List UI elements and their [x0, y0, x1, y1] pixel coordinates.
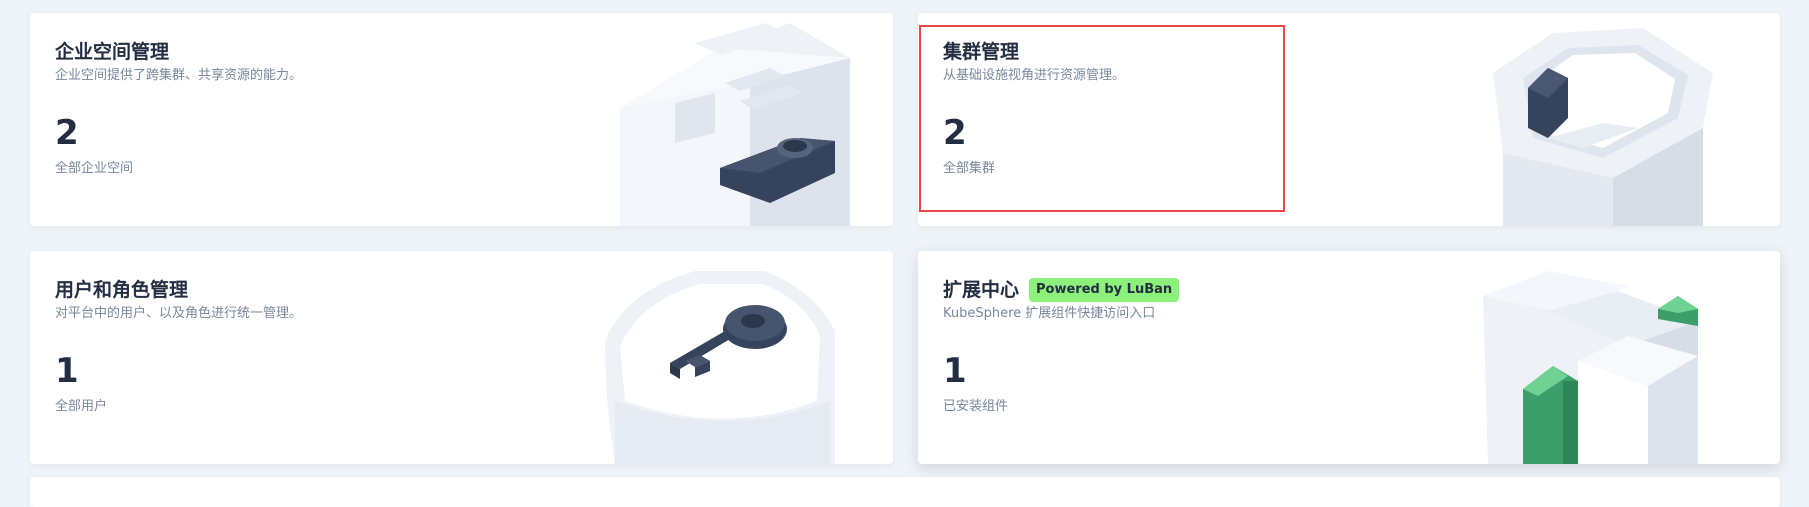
powered-by-badge: Powered by LuBan	[1029, 278, 1180, 302]
extensions-count-label: 已安装组件	[943, 399, 1009, 414]
workspace-count: 2	[55, 113, 79, 153]
cluster-management-card[interactable]: 集群管理 从基础设施视角进行资源管理。 2 全部集群	[918, 13, 1780, 226]
key-illustration-icon	[605, 271, 835, 464]
extension-center-card[interactable]: 扩展中心 Powered by LuBan KubeSphere 扩展组件快捷访…	[918, 251, 1780, 464]
cluster-count-label: 全部集群	[943, 161, 996, 176]
cluster-illustration-icon	[1493, 28, 1713, 226]
workspace-count-label: 全部企业空间	[55, 161, 134, 176]
cluster-count: 2	[943, 113, 967, 153]
cluster-card-description: 从基础设施视角进行资源管理。	[943, 68, 1126, 83]
extensions-card-description: KubeSphere 扩展组件快捷访问入口	[943, 306, 1156, 321]
user-role-management-card[interactable]: 用户和角色管理 对平台中的用户、以及角色进行统一管理。 1 全部用户	[30, 251, 893, 464]
cluster-card-title: 集群管理	[943, 41, 1020, 63]
workspace-card-title: 企业空间管理	[55, 41, 170, 63]
workspace-illustration-icon	[620, 23, 850, 226]
workspace-management-card[interactable]: 企业空间管理 企业空间提供了跨集群、共享资源的能力。 2 全部企业空间	[30, 13, 893, 226]
next-card	[30, 477, 1780, 507]
users-count: 1	[55, 351, 79, 391]
extensions-card-title: 扩展中心	[943, 279, 1020, 301]
users-count-label: 全部用户	[55, 399, 108, 414]
extensions-count: 1	[943, 351, 967, 391]
users-card-title: 用户和角色管理	[55, 279, 189, 301]
extensions-illustration-icon	[1483, 271, 1698, 464]
users-card-description: 对平台中的用户、以及角色进行统一管理。	[55, 306, 303, 321]
workspace-card-description: 企业空间提供了跨集群、共享资源的能力。	[55, 68, 303, 83]
